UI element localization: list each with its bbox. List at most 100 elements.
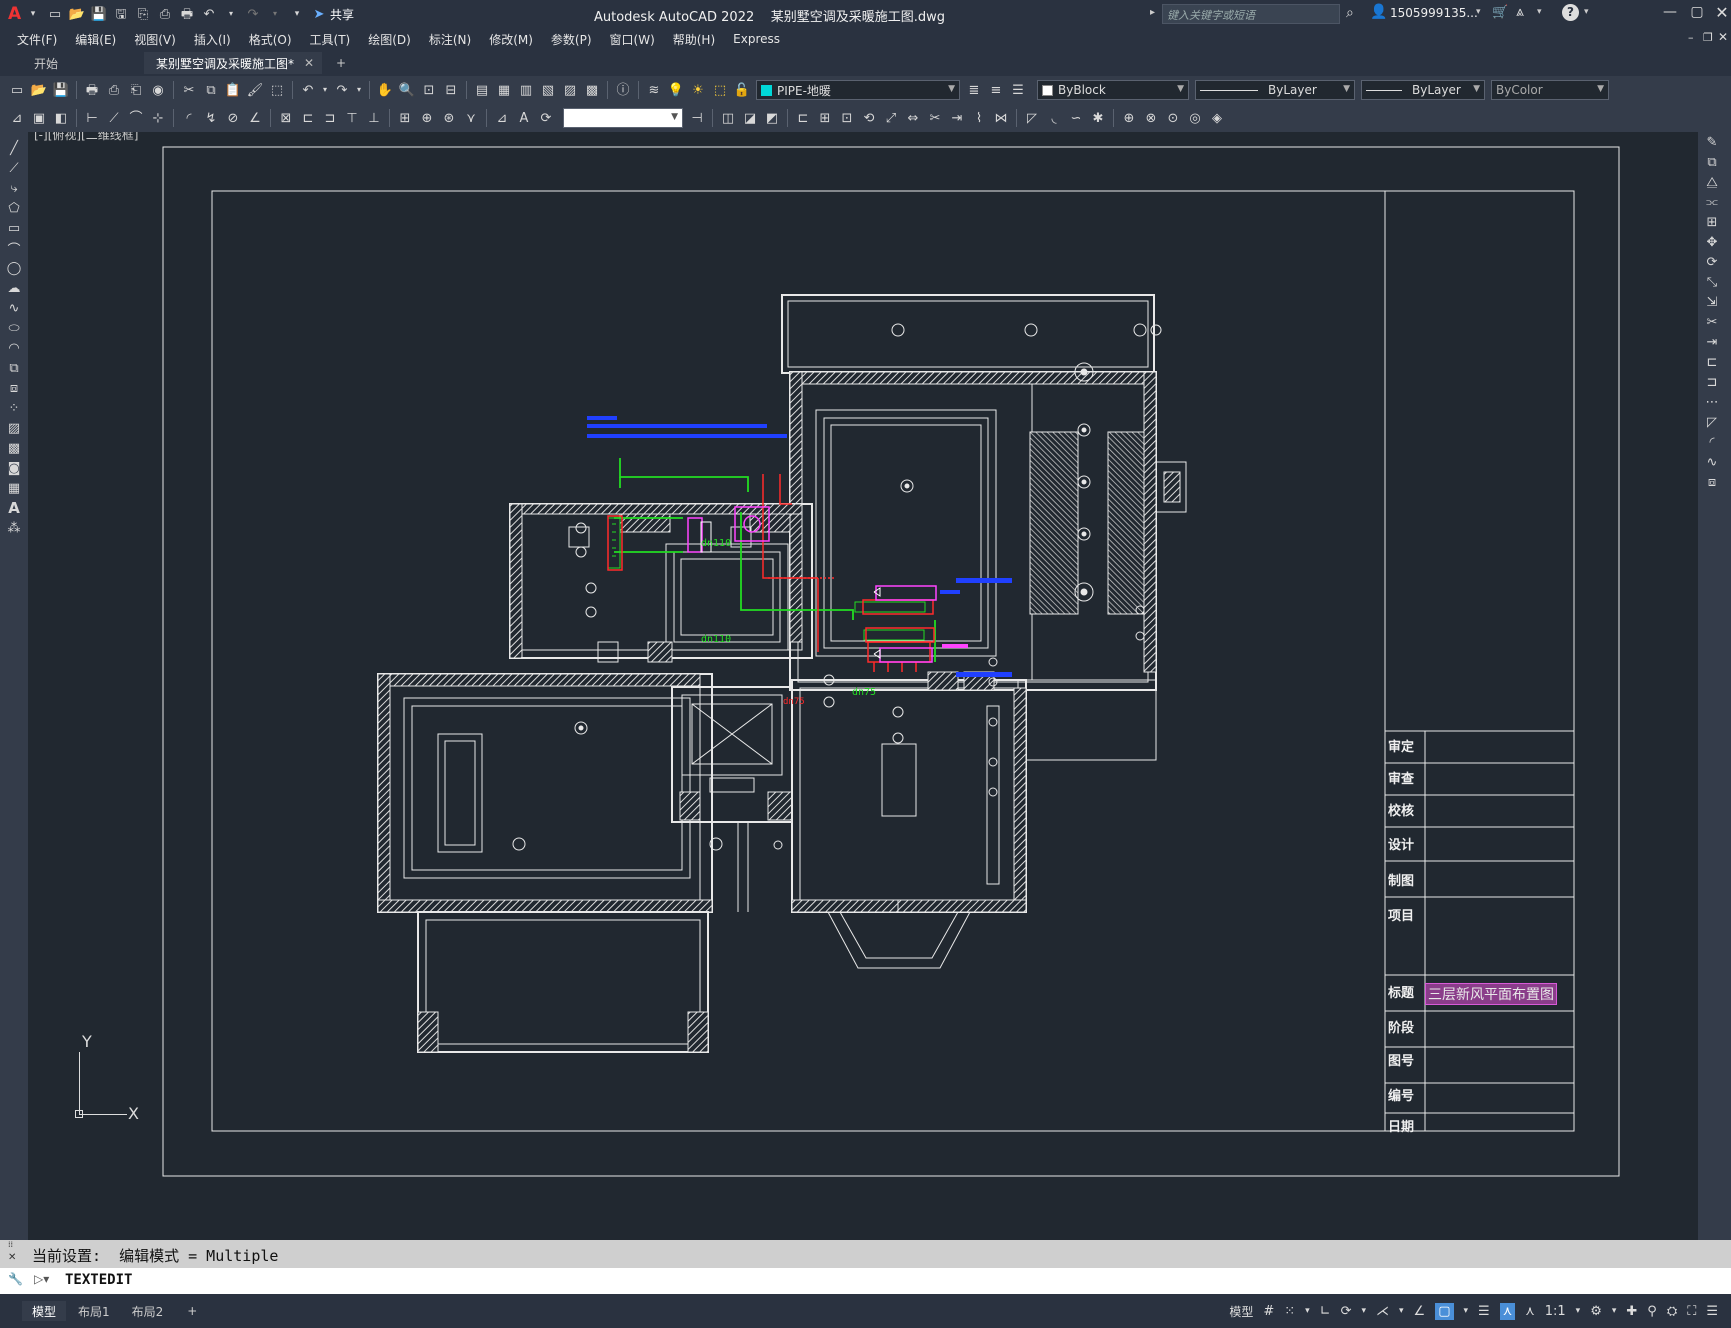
hatch-icon[interactable]: ▨ [4, 418, 24, 438]
move-icon[interactable]: ⊡ [838, 109, 856, 127]
paste-icon[interactable]: 📋 [224, 81, 242, 99]
isolate-objects-icon[interactable]: ⚲ [1647, 1304, 1657, 1319]
offset-icon[interactable]: ⊏ [794, 109, 812, 127]
hardware-acceleration-icon[interactable]: ⛭ [1667, 1304, 1677, 1319]
chamfer-icon[interactable]: ◸ [1023, 109, 1041, 127]
rotate-icon[interactable]: ⟳ [1702, 252, 1722, 272]
user-dropdown-icon[interactable]: ▾ [1476, 7, 1481, 17]
publish-icon[interactable]: ⎗ [127, 81, 145, 99]
jogged-linear-icon[interactable]: ⋎ [462, 109, 480, 127]
search-expand-icon[interactable]: ▸ [1150, 7, 1155, 18]
ortho-icon[interactable]: ∟ [1320, 1304, 1331, 1319]
crosshair-icon[interactable]: ✚ [1626, 1304, 1637, 1319]
doc-restore-icon[interactable]: ❐ [1703, 31, 1713, 44]
copy-icon[interactable]: ⧉ [1702, 152, 1722, 172]
zoom-previous-icon[interactable]: ⊟ [442, 81, 460, 99]
make-block-icon[interactable]: ⧈ [4, 378, 24, 398]
continue-dim-icon[interactable]: ⊐ [321, 109, 339, 127]
new-file-icon[interactable]: ▭ [46, 5, 64, 23]
stretch-icon[interactable]: ⇲ [1702, 292, 1722, 312]
chamfer-icon[interactable]: ◸ [1702, 412, 1722, 432]
table-icon[interactable]: ▦ [4, 478, 24, 498]
open-file-icon[interactable]: 📂 [68, 5, 86, 23]
rectangle-icon[interactable]: ▭ [4, 218, 24, 238]
join-icon[interactable]: ⋯ [1702, 392, 1722, 412]
menu-item-8[interactable]: 修改(M) [480, 31, 542, 48]
new-icon[interactable]: ▭ [8, 81, 26, 99]
blend-curves-icon[interactable]: ∿ [1702, 452, 1722, 472]
user-name[interactable]: 1505999135... [1390, 6, 1478, 20]
baseline-dim-icon[interactable]: ⊏ [299, 109, 317, 127]
redo-dropdown-icon[interactable]: ▾ [266, 5, 284, 23]
layer-properties-icon[interactable]: ≋ [645, 81, 663, 99]
user-icon[interactable]: 👤 [1370, 4, 1387, 20]
print-icon[interactable]: 🖶 [178, 5, 196, 23]
explode-icon[interactable]: ✱ [1089, 109, 1107, 127]
search-icon[interactable]: ⌕ [1346, 5, 1354, 21]
dim-style-manager-icon[interactable]: ⊣ [688, 109, 706, 127]
scale-icon[interactable]: ⤢ [882, 109, 900, 127]
ellipse-arc-icon[interactable]: ◠ [4, 338, 24, 358]
erase-icon[interactable]: ✎ [1702, 132, 1722, 152]
revcloud-icon[interactable]: ☁ [4, 278, 24, 298]
make-block-icon[interactable]: ⊗ [1142, 109, 1160, 127]
dim-edit-icon[interactable]: ⊿ [493, 109, 511, 127]
object-tracking-icon[interactable]: ∠ [1414, 1304, 1426, 1319]
group-icon[interactable]: ▣ [30, 109, 48, 127]
pan-icon[interactable]: ✋ [376, 81, 394, 99]
stretch-icon[interactable]: ⇔ [904, 109, 922, 127]
search-input[interactable]: 键入关键字或短语 [1162, 4, 1340, 24]
command-line[interactable]: 🔧 ▷▾ TEXTEDIT [0, 1268, 1731, 1294]
linear-dim-icon[interactable]: ⊢ [83, 109, 101, 127]
layer-on-icon[interactable]: 💡 [667, 81, 685, 99]
web-open-icon[interactable]: ⎘ [134, 5, 152, 23]
markup-icon[interactable]: ▨ [561, 81, 579, 99]
angular-dim-icon[interactable]: ∠ [246, 109, 264, 127]
array-icon[interactable]: ⊞ [1702, 212, 1722, 232]
layout-tab-1[interactable]: 布局1 [68, 1301, 120, 1321]
region-icon[interactable]: ◙ [4, 458, 24, 478]
snap-dropdown-icon[interactable]: ▾ [1305, 1306, 1310, 1316]
dim-update-icon[interactable]: ⟳ [537, 109, 555, 127]
break-icon[interactable]: ⊐ [1702, 372, 1722, 392]
plot-icon[interactable]: 🖶 [83, 81, 101, 99]
add-selected-icon[interactable]: ⁂ [4, 518, 24, 538]
drawing-canvas[interactable]: [-][俯视][二维线框] 审定 审查 校核 设计 制图 项目 标题 阶段 图号… [28, 132, 1698, 1240]
radius-dim-icon[interactable]: ◜ [180, 109, 198, 127]
redo-icon[interactable]: ↷ [333, 81, 351, 99]
save-icon[interactable]: 💾 [90, 5, 108, 23]
app-menu-chevron-icon[interactable]: ▾ [24, 5, 42, 23]
copy-object-icon[interactable]: ◪ [741, 109, 759, 127]
customization-menu-icon[interactable]: ☰ [1706, 1304, 1718, 1319]
rotate-icon[interactable]: ⟲ [860, 109, 878, 127]
menu-item-5[interactable]: 工具(T) [301, 31, 360, 48]
layer-state-icon[interactable]: ☰ [1009, 81, 1027, 99]
layer-dropdown[interactable]: PIPE-地暖 ▼ [756, 80, 960, 100]
undo-icon[interactable]: ↶ [200, 5, 218, 23]
command-close-icon[interactable]: ✕ [8, 1252, 16, 1263]
menu-item-11[interactable]: 帮助(H) [664, 31, 724, 48]
break-at-point-icon[interactable]: ⊏ [1702, 352, 1722, 372]
arc-icon[interactable]: ⌒ [4, 238, 24, 258]
block-editor-icon[interactable]: ⬚ [268, 81, 286, 99]
sheet-set-icon[interactable]: ▧ [539, 81, 557, 99]
line-icon[interactable]: ╱ [4, 138, 24, 158]
dim-space-icon[interactable]: ⊤ [343, 109, 361, 127]
dim-style-dropdown[interactable]: ▼ [563, 108, 683, 128]
fillet-icon[interactable]: ◜ [1702, 432, 1722, 452]
scale-icon[interactable]: ⤡ [1702, 272, 1722, 292]
menu-item-6[interactable]: 绘图(D) [359, 31, 420, 48]
extend-icon[interactable]: ⇥ [948, 109, 966, 127]
color-dropdown[interactable]: ByBlock ▼ [1037, 80, 1189, 100]
plotstyle-dropdown[interactable]: ByColor ▼ [1491, 80, 1609, 100]
aligned-dim-icon[interactable]: ⟋ [105, 109, 123, 127]
share-button[interactable]: 共享 [330, 6, 354, 23]
plot-preview-icon[interactable]: ⎙ [105, 81, 123, 99]
save-as-icon[interactable]: 🖫 [112, 5, 130, 23]
undo-icon[interactable]: ↶ [299, 81, 317, 99]
trim-icon[interactable]: ✂ [926, 109, 944, 127]
tab-document[interactable]: 某别墅空调及采暖施工图* ✕ [144, 52, 322, 74]
model-space-toggle[interactable]: 模型 [1229, 1303, 1253, 1320]
erase-icon[interactable]: ◫ [719, 109, 737, 127]
object-snap-icon[interactable]: ▢ [1435, 1302, 1454, 1320]
